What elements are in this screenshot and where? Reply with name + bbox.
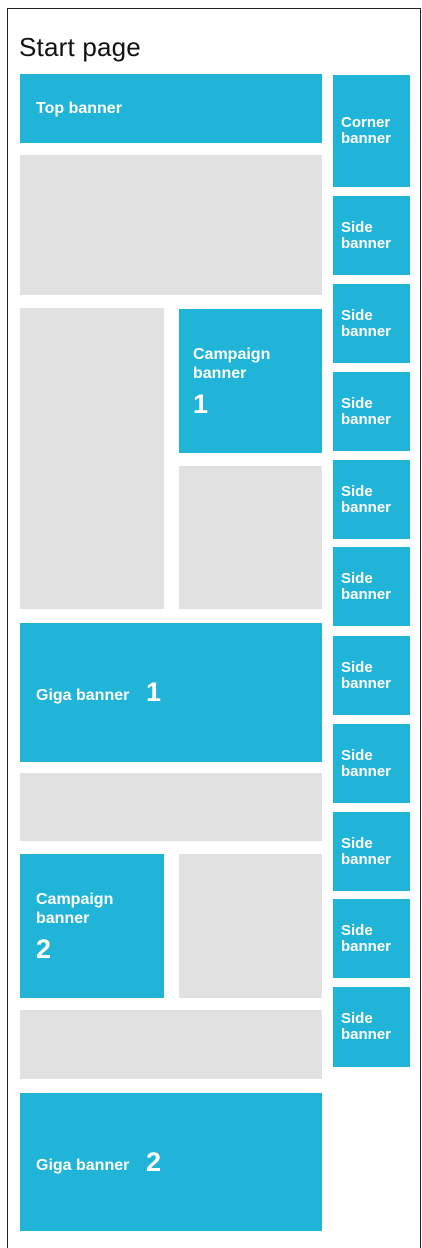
campaign-banner-1[interactable]: Campaign banner 1 xyxy=(179,309,322,453)
side-banner[interactable]: Side banner xyxy=(333,196,410,275)
giga-banner-2[interactable]: Giga banner 2 xyxy=(20,1093,322,1231)
page-title: Start page xyxy=(19,32,141,62)
side-banner-line2: banner xyxy=(341,585,392,603)
side-banner-label: Side banner xyxy=(341,636,411,715)
corner-banner-line1: Corner xyxy=(341,114,391,131)
side-banner[interactable]: Side banner xyxy=(333,812,410,891)
side-banner-line2: banner xyxy=(341,674,392,692)
side-banner-label: Side banner xyxy=(341,547,411,626)
side-banner-line1: Side xyxy=(341,569,373,587)
side-banner[interactable]: Side banner xyxy=(333,547,410,626)
side-banner-label: Side banner xyxy=(341,196,411,275)
side-banner[interactable]: Side banner xyxy=(333,899,410,978)
giga-banner-1-label: Giga banner xyxy=(36,687,130,704)
side-banner-line2: banner xyxy=(341,234,392,252)
giga-banner-1-number: 1 xyxy=(146,677,162,707)
side-banner-line2: banner xyxy=(341,410,392,428)
side-banner[interactable]: Side banner xyxy=(333,724,410,803)
campaign-banner-2-line1: Campaign xyxy=(36,891,114,908)
campaign-banner-2-line2: banner xyxy=(36,910,90,927)
content-placeholder-1 xyxy=(20,155,322,295)
side-banner-line1: Side xyxy=(341,921,373,939)
content-placeholder-4 xyxy=(20,773,322,841)
side-banner-label: Side banner xyxy=(341,987,411,1067)
side-banner-label: Side banner xyxy=(341,284,411,363)
side-banner-line1: Side xyxy=(341,746,373,764)
side-banner-line2: banner xyxy=(341,498,392,516)
side-banner-label: Side banner xyxy=(341,724,411,803)
side-banner-line1: Side xyxy=(341,218,373,236)
giga-banner-2-label: Giga banner xyxy=(36,1157,130,1174)
side-banner-label: Side banner xyxy=(341,372,411,451)
side-banner[interactable]: Side banner xyxy=(333,987,410,1067)
side-banner[interactable]: Side banner xyxy=(333,284,410,363)
side-banner-line1: Side xyxy=(341,658,373,676)
content-placeholder-5 xyxy=(179,854,322,998)
side-banner-line1: Side xyxy=(341,306,373,324)
side-banner-line1: Side xyxy=(341,1010,373,1027)
corner-banner-line2: banner xyxy=(341,130,392,147)
campaign-banner-2[interactable]: Campaign banner 2 xyxy=(20,854,164,998)
side-banner[interactable]: Side banner xyxy=(333,636,410,715)
corner-banner-label: Corner banner xyxy=(341,75,411,187)
content-placeholder-2 xyxy=(20,308,164,609)
side-banner-line1: Side xyxy=(341,482,373,500)
side-banner-line2: banner xyxy=(341,937,392,955)
top-banner-label: Top banner xyxy=(36,100,122,117)
giga-banner-1[interactable]: Giga banner 1 xyxy=(20,623,322,762)
campaign-banner-1-line1: Campaign xyxy=(193,346,271,363)
side-banner-line2: banner xyxy=(341,322,392,340)
content-placeholder-6 xyxy=(20,1010,322,1079)
content-placeholder-3 xyxy=(179,466,322,609)
side-banner-label: Side banner xyxy=(341,460,411,539)
corner-banner[interactable]: Corner banner xyxy=(333,75,410,187)
side-banner[interactable]: Side banner xyxy=(333,460,410,539)
campaign-banner-1-line2: banner xyxy=(193,365,247,382)
top-banner[interactable]: Top banner xyxy=(20,74,322,143)
side-banner-line1: Side xyxy=(341,394,373,412)
side-banner-line1: Side xyxy=(341,834,373,852)
campaign-banner-1-number: 1 xyxy=(193,389,209,419)
side-banner-label: Side banner xyxy=(341,812,411,891)
side-banner-line2: banner xyxy=(341,762,392,780)
side-banner[interactable]: Side banner xyxy=(333,372,410,451)
side-banner-line2: banner xyxy=(341,850,392,868)
giga-banner-2-number: 2 xyxy=(146,1147,162,1177)
side-banner-line2: banner xyxy=(341,1026,392,1043)
side-banner-label: Side banner xyxy=(341,899,411,978)
campaign-banner-2-number: 2 xyxy=(36,934,52,964)
